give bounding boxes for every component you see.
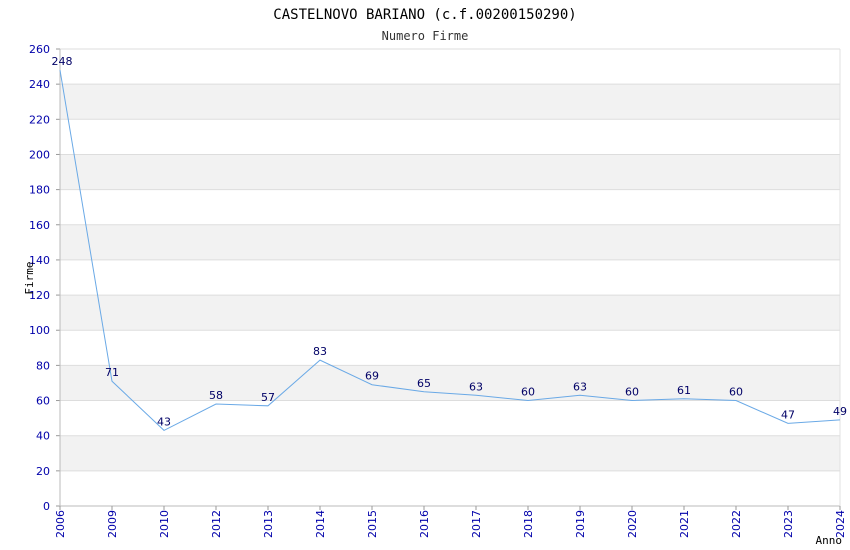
plot-band (60, 119, 840, 155)
y-tick-label: 60 (36, 395, 50, 408)
y-tick-label: 240 (29, 78, 50, 91)
data-label: 63 (469, 380, 483, 393)
x-tick-labels: 2006 2009 2010 2012 2013 2014 2015 2016 2017 2018… (54, 510, 847, 538)
x-tick-label: 2012 (210, 510, 223, 538)
data-label: 47 (781, 408, 795, 421)
plot-band (60, 224, 840, 260)
x-tick-label: 2020 (626, 510, 639, 538)
chart-subtitle: Numero Firme (382, 29, 469, 43)
y-tick-label: 160 (29, 219, 50, 232)
x-tick-label: 2014 (314, 510, 327, 538)
data-label: 57 (261, 391, 275, 404)
data-label: 60 (729, 386, 743, 399)
plot-band (60, 400, 840, 436)
data-label: 60 (625, 386, 639, 399)
plot-band (60, 470, 840, 506)
x-tick-label: 2016 (418, 510, 431, 538)
plot-band (60, 330, 840, 366)
data-label: 71 (105, 366, 119, 379)
y-tick-label: 40 (36, 430, 50, 443)
x-tick-label: 2010 (158, 510, 171, 538)
plot-band (60, 49, 840, 85)
plot-band (60, 435, 840, 471)
x-tick-label: 2018 (522, 510, 535, 538)
chart-title: CASTELNOVO BARIANO (c.f.00200150290) (273, 7, 576, 23)
y-tick-label: 200 (29, 148, 50, 161)
data-label: 69 (365, 370, 379, 383)
plot-band (60, 84, 840, 120)
data-label: 63 (573, 380, 587, 393)
x-tick-label: 2022 (730, 510, 743, 538)
y-tick-label: 80 (36, 359, 50, 372)
data-label: 43 (157, 415, 171, 428)
y-tick-label: 220 (29, 113, 50, 126)
x-tick-label: 2006 (54, 510, 67, 538)
data-label: 58 (209, 389, 223, 402)
x-tick-label: 2015 (366, 510, 379, 538)
plot-band (60, 154, 840, 190)
plot-band (60, 365, 840, 401)
line-chart: 020406080100120140160180200220240260 200… (23, 7, 847, 547)
plot-bands (60, 49, 840, 506)
data-label: 248 (52, 55, 73, 68)
x-tick-label: 2019 (574, 510, 587, 538)
plot-band (60, 259, 840, 296)
x-axis-label: Anno (816, 534, 843, 547)
y-tick-label: 0 (43, 500, 50, 513)
x-tick-label: 2023 (782, 510, 795, 538)
x-tick-label: 2017 (470, 510, 483, 538)
x-tick-label: 2021 (678, 510, 691, 538)
data-label: 60 (521, 386, 535, 399)
y-tick-label: 180 (29, 184, 50, 197)
data-label: 49 (833, 405, 847, 418)
y-tick-label: 20 (36, 465, 50, 478)
plot-band (60, 189, 840, 225)
x-tick-label: 2013 (262, 510, 275, 538)
data-label: 61 (677, 384, 691, 397)
data-label: 83 (313, 345, 327, 358)
y-axis-label: Firme (23, 261, 36, 294)
x-tick-label: 2009 (106, 510, 119, 538)
plot-band (60, 295, 840, 331)
y-tick-label: 100 (29, 324, 50, 337)
data-label: 65 (417, 377, 431, 390)
y-tick-label: 260 (29, 43, 50, 56)
